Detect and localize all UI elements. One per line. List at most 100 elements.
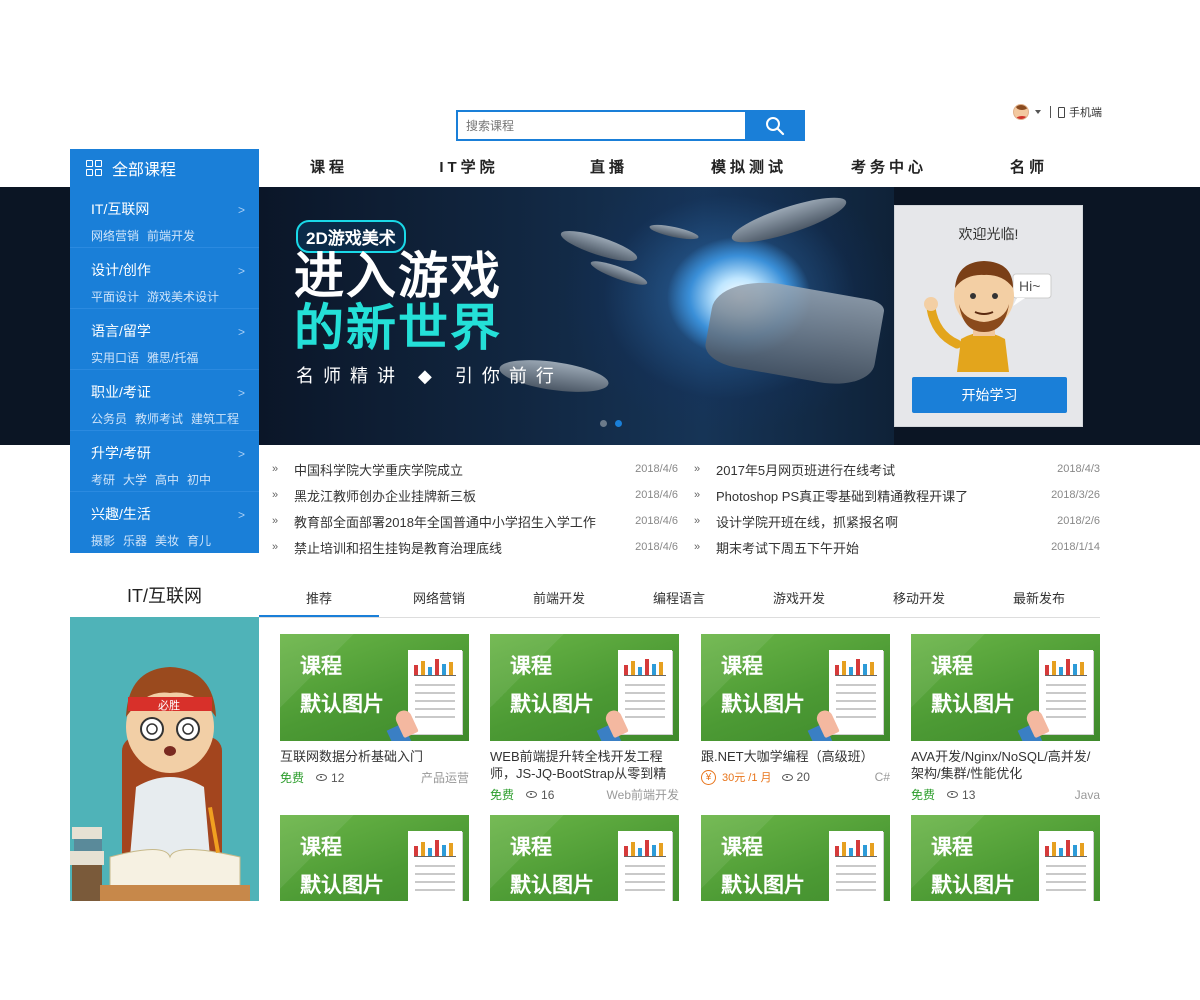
news-list-right: » 2017年5月网页班进行在线考试 2018/4/3 » Photoshop … bbox=[692, 456, 1100, 560]
search-button[interactable] bbox=[745, 110, 805, 141]
course-card[interactable]: 课程 默认图片 AVA开发/Nginx/NoSQL/高并发/架构/集群/性能优化… bbox=[911, 634, 1100, 803]
course-card[interactable]: 课程 默认图片 互联网数据分析基础入门 免费 12 产品运营 bbox=[280, 634, 469, 786]
news-title: 教育部全面部署2018年全国普通中小学招生入学工作 bbox=[294, 514, 596, 530]
sidebar-item-education[interactable]: 升学/考研 > 考研 大学 高中 初中 bbox=[70, 431, 259, 492]
thumbnail-text: 默认图片 bbox=[300, 693, 384, 716]
thumbnail-text: 默认图片 bbox=[510, 693, 594, 716]
course-title: AVA开发/Nginx/NoSQL/高并发/架构/集群/性能优化 bbox=[911, 749, 1091, 781]
course-card[interactable]: 课程 默认图片 bbox=[701, 815, 890, 901]
view-count: 20 bbox=[796, 770, 810, 784]
thumbnail-text: 课程 bbox=[510, 836, 552, 859]
course-card[interactable]: 课程 默认图片 WEB前端提升转全栈开发工程师，JS-JQ-BootStrap从… bbox=[490, 634, 679, 803]
subcategory-link[interactable]: 初中 bbox=[187, 471, 211, 488]
course-card[interactable]: 课程 默认图片 跟.NET大咖学编程（高级班） ¥30元 /1 月 20 C# bbox=[701, 634, 890, 785]
banner-subtitle: 名师精讲 ◆ 引你前行 bbox=[296, 366, 563, 386]
sidebar-item-language[interactable]: 语言/留学 > 实用口语 雅思/托福 bbox=[70, 309, 259, 370]
subcategory-link[interactable]: 乐器 bbox=[123, 532, 147, 549]
news-item[interactable]: » 教育部全面部署2018年全国普通中小学招生入学工作 2018/4/6 bbox=[270, 508, 678, 534]
subcategory-link[interactable]: 育儿 bbox=[187, 532, 211, 549]
news-title: 2017年5月网页班进行在线考试 bbox=[716, 462, 896, 478]
subcategory-link[interactable]: 网络营销 bbox=[91, 227, 139, 244]
subcategory-link[interactable]: 摄影 bbox=[91, 532, 115, 549]
spaceship-graphic bbox=[588, 257, 650, 289]
carousel-dot[interactable] bbox=[600, 420, 607, 427]
sidebar-item-career[interactable]: 职业/考证 > 公务员 教师考试 建筑工程 bbox=[70, 370, 259, 431]
thumbnail-text: 默认图片 bbox=[721, 693, 805, 716]
thumbnail-text: 默认图片 bbox=[300, 874, 384, 897]
subcategory-link[interactable]: 公务员 bbox=[91, 410, 127, 427]
course-card[interactable]: 课程 默认图片 bbox=[280, 815, 469, 901]
subcategory-link[interactable]: 前端开发 bbox=[147, 227, 195, 244]
nav-item-exam-center[interactable]: 考务中心 bbox=[819, 149, 959, 187]
news-item[interactable]: » 2017年5月网页班进行在线考试 2018/4/3 bbox=[692, 456, 1100, 482]
subcategory-link[interactable]: 平面设计 bbox=[91, 288, 139, 305]
news-item[interactable]: » 禁止培训和招生挂钩是教育治理底线 2018/4/6 bbox=[270, 534, 678, 560]
nav-item-teachers[interactable]: 名师 bbox=[959, 149, 1099, 187]
chevron-down-icon[interactable] bbox=[1035, 110, 1041, 114]
subcategory-link[interactable]: 雅思/托福 bbox=[147, 349, 198, 366]
course-thumbnail: 课程 默认图片 bbox=[911, 634, 1100, 741]
chart-document-icon bbox=[1039, 831, 1093, 901]
nav-item-live[interactable]: 直播 bbox=[539, 149, 679, 187]
tab-programming[interactable]: 编程语言 bbox=[619, 584, 739, 617]
price-label: 免费 bbox=[490, 788, 515, 802]
course-card[interactable]: 课程 默认图片 bbox=[911, 815, 1100, 901]
subcategory-link[interactable]: 游戏美术设计 bbox=[147, 288, 219, 305]
all-courses-menu[interactable]: 全部课程 bbox=[70, 149, 259, 187]
subcategory-link[interactable]: 高中 bbox=[155, 471, 179, 488]
sidebar-item-it-internet[interactable]: IT/互联网 > 网络营销 前端开发 bbox=[70, 187, 259, 248]
tab-frontend[interactable]: 前端开发 bbox=[499, 584, 619, 617]
course-thumbnail: 课程 默认图片 bbox=[701, 815, 890, 901]
view-count: 13 bbox=[962, 787, 976, 802]
news-item[interactable]: » 黑龙江教师创办企业挂牌新三板 2018/4/6 bbox=[270, 482, 678, 508]
subcategory-link[interactable]: 大学 bbox=[123, 471, 147, 488]
news-date: 2018/4/3 bbox=[1057, 463, 1100, 475]
thumbnail-text: 课程 bbox=[510, 655, 552, 678]
news-item[interactable]: » 期末考试下周五下午开始 2018/1/14 bbox=[692, 534, 1100, 560]
tab-game-dev[interactable]: 游戏开发 bbox=[739, 584, 859, 617]
mobile-link[interactable]: 手机端 bbox=[1069, 104, 1102, 120]
nav-item-courses[interactable]: 课程 bbox=[259, 149, 399, 187]
subcategory-link[interactable]: 实用口语 bbox=[91, 349, 139, 366]
top-nav: 课程 IT学院 直播 模拟测试 考务中心 名师 bbox=[259, 149, 1100, 187]
view-count: 12 bbox=[331, 770, 345, 785]
course-thumbnail: 课程 默认图片 bbox=[490, 815, 679, 901]
chevron-right-icon: > bbox=[237, 386, 245, 400]
tab-web-marketing[interactable]: 网络营销 bbox=[379, 584, 499, 617]
start-learning-button[interactable]: 开始学习 bbox=[912, 377, 1067, 413]
course-card[interactable]: 课程 默认图片 bbox=[490, 815, 679, 901]
nav-item-mock-test[interactable]: 模拟测试 bbox=[679, 149, 819, 187]
eye-icon bbox=[781, 773, 793, 781]
course-category: Web前端开发 bbox=[606, 788, 679, 802]
double-chevron-icon: » bbox=[272, 541, 279, 553]
nav-item-it-college[interactable]: IT学院 bbox=[399, 149, 539, 187]
tab-latest[interactable]: 最新发布 bbox=[979, 584, 1099, 617]
tab-recommended[interactable]: 推荐 bbox=[259, 584, 379, 617]
news-title: 期末考试下周五下午开始 bbox=[716, 540, 860, 556]
search-input[interactable] bbox=[456, 110, 745, 141]
course-grid: 课程 默认图片 互联网数据分析基础入门 免费 12 产品运营 课程 默认图片 W… bbox=[280, 634, 1100, 901]
tab-mobile-dev[interactable]: 移动开发 bbox=[859, 584, 979, 617]
banner-title-line1: 进入游戏 bbox=[294, 248, 502, 304]
news-item[interactable]: » Photoshop PS真正零基础到精通教程开课了 2018/3/26 bbox=[692, 482, 1100, 508]
carousel-dots bbox=[600, 420, 622, 427]
banner-title-line2: 的新世界 bbox=[294, 300, 502, 356]
news-item[interactable]: » 设计学院开班在线，抓紧报名啊 2018/2/6 bbox=[692, 508, 1100, 534]
avatar[interactable] bbox=[1013, 104, 1029, 120]
news-title: Photoshop PS真正零基础到精通教程开课了 bbox=[716, 488, 969, 504]
thumbnail-text: 默认图片 bbox=[721, 874, 805, 897]
subcategory-link[interactable]: 考研 bbox=[91, 471, 115, 488]
subcategory-link[interactable]: 建筑工程 bbox=[191, 410, 239, 427]
eye-icon bbox=[316, 774, 328, 781]
subcategory-link[interactable]: 教师考试 bbox=[135, 410, 183, 427]
spaceship-graphic bbox=[702, 272, 886, 392]
category-title: 语言/留学 bbox=[91, 323, 151, 339]
news-item[interactable]: » 中国科学院大学重庆学院成立 2018/4/6 bbox=[270, 456, 678, 482]
sidebar-item-design[interactable]: 设计/创作 > 平面设计 游戏美术设计 bbox=[70, 248, 259, 309]
carousel-dot-active[interactable] bbox=[615, 420, 622, 427]
thumbnail-text: 默认图片 bbox=[931, 874, 1015, 897]
news-title: 设计学院开班在线，抓紧报名啊 bbox=[716, 514, 899, 530]
sidebar-item-hobby[interactable]: 兴趣/生活 > 摄影 乐器 美妆 育儿 bbox=[70, 492, 259, 553]
subcategory-link[interactable]: 美妆 bbox=[155, 532, 179, 549]
price-label: 30元 /1 月 bbox=[722, 772, 772, 784]
